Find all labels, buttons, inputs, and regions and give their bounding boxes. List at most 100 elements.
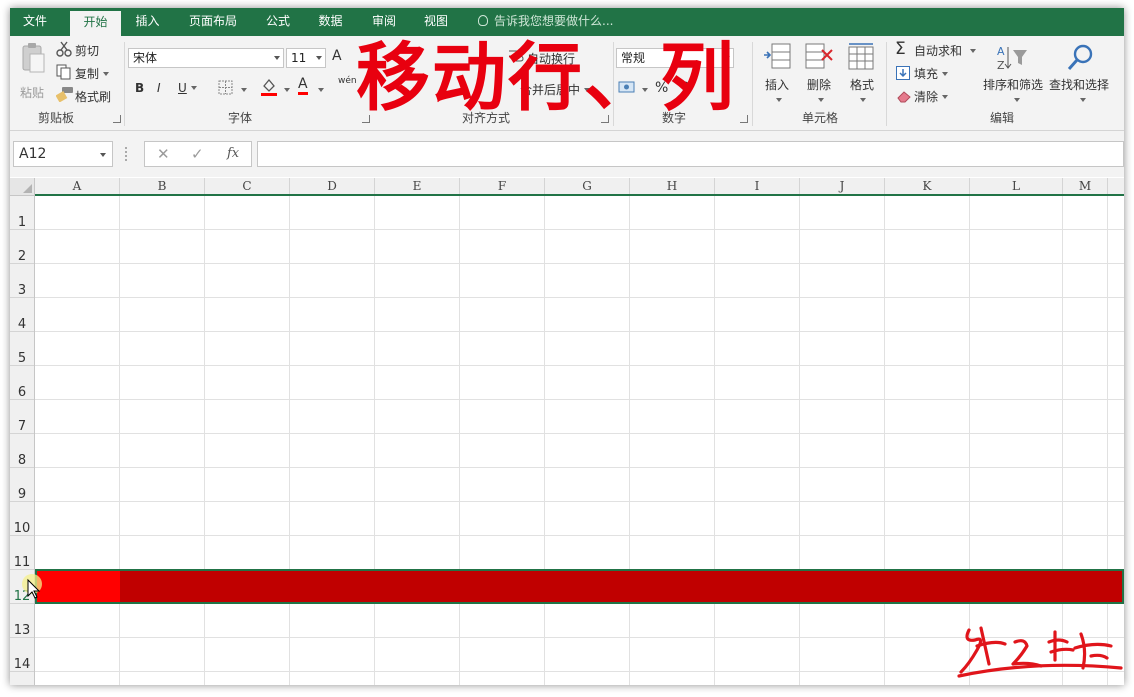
chevron-down-icon	[190, 86, 197, 90]
splitter-handle[interactable]	[125, 147, 129, 161]
column-header-g[interactable]: G	[545, 178, 630, 194]
column-header-c[interactable]: C	[205, 178, 290, 194]
column-header-i[interactable]: I	[715, 178, 800, 194]
font-name-combo[interactable]: 宋体	[128, 48, 284, 68]
row-header-5[interactable]: 5	[10, 332, 34, 366]
copy-label: 复制	[75, 67, 100, 81]
divider	[886, 42, 887, 126]
gridline-horizontal	[35, 297, 1124, 298]
dialog-launcher-icon[interactable]	[740, 115, 748, 123]
format-cells-icon[interactable]	[846, 42, 876, 72]
paste-button[interactable]: 粘贴	[20, 84, 44, 101]
font-color-button[interactable]: A	[298, 77, 308, 95]
border-icon[interactable]	[218, 80, 234, 96]
chevron-down-icon[interactable]	[241, 88, 247, 92]
sort-filter-icon[interactable]: AZ	[995, 44, 1029, 72]
name-box[interactable]: A12	[13, 141, 113, 167]
sort-filter-button[interactable]: 排序和筛选	[983, 76, 1043, 93]
chevron-down-icon[interactable]	[284, 88, 290, 92]
column-header-d[interactable]: D	[290, 178, 375, 194]
bold-button[interactable]: B	[135, 81, 144, 95]
format-painter-button[interactable]: 格式刷	[75, 88, 111, 105]
chevron-down-icon	[942, 72, 949, 76]
copy-button[interactable]: 复制	[75, 65, 110, 82]
column-header-f[interactable]: F	[460, 178, 545, 194]
copy-icon	[56, 64, 71, 80]
gridline-vertical	[884, 196, 885, 685]
column-header-b[interactable]: B	[120, 178, 205, 194]
font-size-value: 11	[291, 51, 307, 65]
cells-area[interactable]	[35, 196, 1124, 685]
dialog-launcher-icon[interactable]	[113, 115, 121, 123]
row-header-2[interactable]: 2	[10, 230, 34, 264]
gridline-vertical	[1107, 196, 1108, 685]
worksheet-grid[interactable]: ABCDEFGHIJKLM 1 2 3 4 5 6 7 8 9 10 11 12 13 14	[10, 178, 1124, 685]
row-header-1[interactable]: 1	[10, 196, 34, 230]
chevron-down-icon[interactable]	[860, 98, 866, 102]
row-header-3[interactable]: 3	[10, 264, 34, 298]
tab-data[interactable]: 数据	[308, 8, 353, 36]
fill-color-icon[interactable]	[260, 77, 278, 97]
search-icon[interactable]	[1066, 42, 1096, 72]
tab-view[interactable]: 视图	[414, 8, 458, 36]
chevron-down-icon[interactable]	[1080, 98, 1086, 102]
column-header-j[interactable]: J	[800, 178, 885, 194]
italic-button[interactable]: I	[157, 81, 161, 95]
chevron-down-icon[interactable]	[318, 88, 324, 92]
grow-font-button[interactable]: A	[332, 48, 342, 64]
fill-label: 填充	[914, 67, 939, 81]
column-header-k[interactable]: K	[885, 178, 970, 194]
insert-cells-button[interactable]: 插入	[765, 76, 789, 93]
column-header-a[interactable]: A	[35, 178, 120, 194]
chevron-down-icon[interactable]	[776, 98, 782, 102]
overlay-title: 移动行、列	[356, 35, 736, 121]
paste-icon[interactable]	[20, 42, 46, 74]
underline-button[interactable]: U	[178, 81, 197, 95]
delete-cells-icon[interactable]	[804, 42, 834, 70]
svg-text:Z: Z	[997, 59, 1005, 72]
fill-down-icon	[896, 66, 910, 80]
row-header-10[interactable]: 10	[10, 502, 34, 536]
phonetic-button[interactable]: wén	[338, 76, 357, 86]
autosum-button[interactable]: 自动求和	[914, 42, 977, 59]
tab-home[interactable]: 开始	[70, 11, 121, 36]
font-size-combo[interactable]: 11	[286, 48, 326, 68]
divider	[124, 42, 125, 126]
cut-button[interactable]: 剪切	[75, 42, 99, 59]
fill-button[interactable]: 填充	[914, 65, 949, 82]
formula-input[interactable]	[257, 141, 1124, 167]
tab-page-layout[interactable]: 页面布局	[180, 8, 246, 36]
gridline-vertical	[544, 196, 545, 685]
clear-button[interactable]: 清除	[914, 88, 949, 105]
enter-icon[interactable]: ✓	[191, 145, 204, 163]
row-header-13[interactable]: 13	[10, 604, 34, 638]
column-header-h[interactable]: H	[630, 178, 715, 194]
signature-watermark	[957, 626, 1123, 678]
column-header-m[interactable]: M	[1063, 178, 1108, 194]
select-all-button[interactable]	[10, 178, 35, 196]
row-header-14[interactable]: 14	[10, 638, 34, 672]
gridline-vertical	[374, 196, 375, 685]
row-header-7[interactable]: 7	[10, 400, 34, 434]
chevron-down-icon[interactable]	[818, 98, 824, 102]
format-cells-button[interactable]: 格式	[850, 76, 874, 93]
insert-function-icon[interactable]: fx	[227, 146, 239, 161]
chevron-down-icon[interactable]	[1014, 98, 1020, 102]
row-header-9[interactable]: 9	[10, 468, 34, 502]
tab-formulas[interactable]: 公式	[256, 8, 300, 36]
tab-insert[interactable]: 插入	[125, 8, 170, 36]
gridline-horizontal	[35, 433, 1124, 434]
column-header-e[interactable]: E	[375, 178, 460, 194]
tab-review[interactable]: 审阅	[362, 8, 406, 36]
tell-me-box[interactable]: 告诉我您想要做什么...	[478, 8, 613, 36]
insert-cells-icon[interactable]	[762, 42, 792, 70]
column-header-l[interactable]: L	[970, 178, 1063, 194]
tab-file[interactable]: 文件	[10, 8, 60, 36]
cancel-icon[interactable]: ✕	[157, 145, 170, 163]
row-header-4[interactable]: 4	[10, 298, 34, 332]
row-header-8[interactable]: 8	[10, 434, 34, 468]
delete-cells-button[interactable]: 删除	[807, 76, 831, 93]
row-header-6[interactable]: 6	[10, 366, 34, 400]
find-select-button[interactable]: 查找和选择	[1049, 76, 1109, 93]
row-header-11[interactable]: 11	[10, 536, 34, 570]
